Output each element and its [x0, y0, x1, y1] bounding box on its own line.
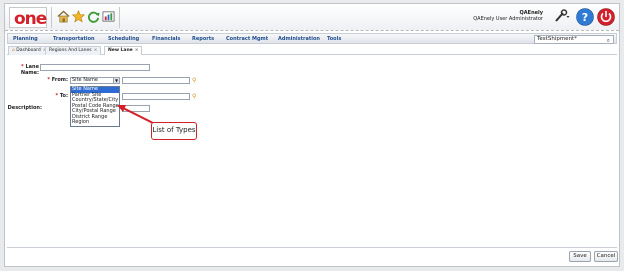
- description-label: Description:: [7, 105, 42, 111]
- favorites-star-icon[interactable]: [72, 10, 85, 23]
- app-window: one QAEnely QAEnely User Administrator ?…: [4, 3, 620, 267]
- tools-wrench-icon[interactable]: [553, 9, 570, 23]
- toolbar-divider: [119, 7, 120, 28]
- lookup-icon[interactable]: ⚲: [192, 93, 199, 100]
- refresh-icon[interactable]: [87, 10, 100, 23]
- search-input-value: TestShipment*: [537, 36, 577, 42]
- lane-name-field[interactable]: [40, 64, 150, 71]
- nav-reports[interactable]: Reports: [192, 36, 214, 42]
- cancel-button[interactable]: Cancel: [594, 251, 618, 262]
- power-logout-icon[interactable]: [597, 8, 615, 26]
- footer-divider: [7, 247, 617, 248]
- home-icon: ⌂: [12, 48, 15, 53]
- to-label: * To:: [55, 93, 68, 99]
- nav-contract-mgmt[interactable]: Contract Mgmt: [226, 36, 268, 42]
- dropdown-option[interactable]: Region: [71, 119, 119, 126]
- tab-label: Regions And Lanes: [49, 48, 92, 53]
- search-input[interactable]: TestShipment* ⌕: [534, 35, 614, 44]
- description-field[interactable]: [122, 105, 150, 112]
- tab-regions-and-lanes[interactable]: Regions And Lanes ×: [45, 46, 102, 55]
- tab-new-lane[interactable]: New Lane ×: [104, 46, 143, 55]
- close-icon[interactable]: ×: [135, 48, 139, 53]
- save-button[interactable]: Save: [569, 251, 591, 262]
- top-bar: one QAEnely QAEnely User Administrator ?: [5, 4, 619, 31]
- nav-tools[interactable]: Tools: [327, 36, 341, 42]
- tab-label: Dashboard: [16, 48, 41, 53]
- main-nav: Planning Transportation Scheduling Finan…: [7, 33, 617, 44]
- lane-name-label: * Lane Name:: [20, 64, 39, 76]
- help-icon[interactable]: ?: [576, 8, 594, 26]
- search-icon[interactable]: ⌕: [607, 37, 610, 44]
- svg-text:?: ?: [582, 11, 588, 24]
- from-type-select[interactable]: Site Name ▼: [70, 77, 120, 84]
- type-dropdown-list[interactable]: Site Name Partner Site Country/State/Cit…: [70, 86, 120, 127]
- lookup-icon[interactable]: ⚲: [192, 77, 199, 84]
- toolbar-divider: [51, 7, 52, 28]
- list-of-types-callout: List of Types: [151, 122, 197, 140]
- nav-transportation[interactable]: Transportation: [53, 36, 95, 42]
- logo[interactable]: one: [9, 7, 47, 29]
- chevron-down-icon[interactable]: ▼: [113, 78, 119, 83]
- from-label: * From:: [47, 77, 68, 83]
- nav-financials[interactable]: Financials: [152, 36, 180, 42]
- logo-text: one: [14, 9, 47, 29]
- close-icon[interactable]: ×: [94, 48, 98, 53]
- tab-bar: ⌂ Dashboard× Regions And Lanes× New Lane…: [7, 45, 617, 55]
- user-role: QAEnely User Administrator: [473, 16, 543, 22]
- reports-icon[interactable]: [102, 10, 115, 23]
- from-value-field[interactable]: [122, 77, 190, 84]
- nav-scheduling[interactable]: Scheduling: [108, 36, 139, 42]
- tab-label: New Lane: [108, 48, 133, 53]
- to-value-field[interactable]: [122, 93, 190, 100]
- nav-planning[interactable]: Planning: [13, 36, 38, 42]
- nav-administration[interactable]: Administration: [278, 36, 320, 42]
- from-type-value: Site Name: [72, 77, 98, 83]
- home-icon[interactable]: [57, 10, 70, 23]
